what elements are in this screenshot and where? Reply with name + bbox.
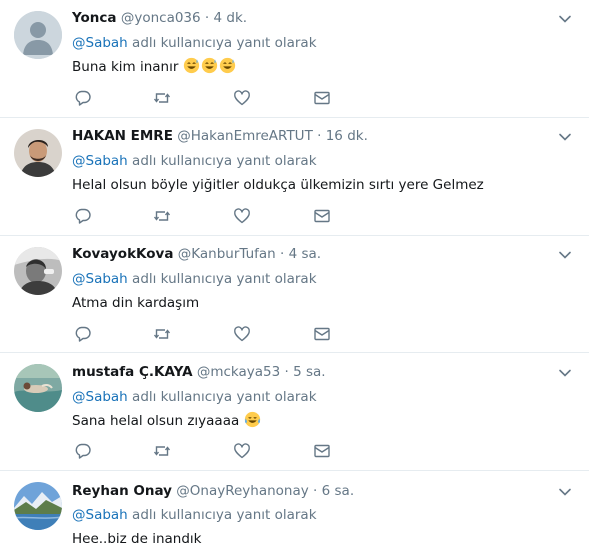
display-name[interactable]: HAKAN EMRE <box>72 128 173 144</box>
avatar[interactable] <box>14 129 62 177</box>
timestamp[interactable]: 6 sa. <box>322 483 354 499</box>
grinning-sweat-emoji-icon <box>183 57 199 74</box>
username[interactable]: @mckaya53 <box>197 364 280 380</box>
tweet[interactable]: Yonca @yonca036 · 4 dk. @Sabah adlı kull… <box>0 0 589 118</box>
reply-mention-link[interactable]: @Sabah <box>72 35 128 51</box>
username[interactable]: @HakanEmreARTUT <box>177 128 313 144</box>
reply-mention-link[interactable]: @Sabah <box>72 271 128 287</box>
tweet-actions <box>72 207 342 225</box>
tweet[interactable]: mustafa Ç.KAYA @mckaya53 · 5 sa. @Sabah … <box>0 353 589 471</box>
tweet[interactable]: HAKAN EMRE @HakanEmreARTUT · 16 dk. @Sab… <box>0 118 589 236</box>
default-profile-icon <box>14 11 62 59</box>
avatar[interactable] <box>14 364 62 412</box>
avatar[interactable] <box>14 11 62 59</box>
heart-icon[interactable] <box>233 442 251 460</box>
retweet-icon[interactable] <box>153 207 171 225</box>
tweet-actions <box>72 325 342 343</box>
tweet-text: Atma din kardaşım <box>72 294 199 312</box>
tweet-text-content: Helal olsun böyle yiğitler oldukça ülkem… <box>72 177 484 193</box>
heart-icon[interactable] <box>233 325 251 343</box>
avatar[interactable] <box>14 482 62 530</box>
tweet-header: mustafa Ç.KAYA @mckaya53 · 5 sa. <box>72 363 326 381</box>
chevron-down-icon[interactable] <box>558 130 572 144</box>
tweet-text-content: Hee..biz de inandık <box>72 531 202 547</box>
bw-photo-icon <box>14 247 62 295</box>
heart-icon[interactable] <box>233 207 251 225</box>
separator: · <box>204 10 210 26</box>
retweet-icon[interactable] <box>153 89 171 107</box>
retweet-icon[interactable] <box>153 325 171 343</box>
reply-context-text: adlı kullanıcıya yanıt olarak <box>127 389 317 405</box>
username[interactable]: @KanburTufan <box>178 246 276 262</box>
mountain-photo-icon <box>14 482 62 530</box>
tweet-text: Buna kim inanır <box>72 57 237 76</box>
separator: · <box>317 128 322 144</box>
tweet-text: Hee..biz de inandık <box>72 530 201 548</box>
replying-to: @Sabah adlı kullanıcıya yanıt olarak <box>72 388 317 406</box>
envelope-icon[interactable] <box>313 325 331 343</box>
separator: · <box>313 483 318 499</box>
display-name[interactable]: Reyhan Onay <box>72 483 172 499</box>
reply-icon[interactable] <box>74 89 92 107</box>
envelope-icon[interactable] <box>313 89 331 107</box>
heart-icon[interactable] <box>233 89 251 107</box>
display-name[interactable]: Yonca <box>72 10 117 26</box>
tears-of-joy-emoji-icon <box>244 411 260 428</box>
reply-context-text: adlı kullanıcıya yanıt olarak <box>127 35 317 51</box>
tweet[interactable]: Reyhan Onay @OnayReyhanonay · 6 sa. @Sab… <box>0 471 589 556</box>
tweet-text: Helal olsun böyle yiğitler oldukça ülkem… <box>72 176 484 194</box>
retweet-icon[interactable] <box>153 442 171 460</box>
reply-context-text: adlı kullanıcıya yanıt olarak <box>127 153 317 169</box>
reply-context-text: adlı kullanıcıya yanıt olarak <box>127 507 317 523</box>
water-photo-icon <box>14 364 62 412</box>
reply-mention-link[interactable]: @Sabah <box>72 389 128 405</box>
envelope-icon[interactable] <box>313 207 331 225</box>
username[interactable]: @OnayReyhanonay <box>176 483 308 499</box>
tweet-actions <box>72 89 342 107</box>
timestamp[interactable]: 4 sa. <box>289 246 321 262</box>
replying-to: @Sabah adlı kullanıcıya yanıt olarak <box>72 152 317 170</box>
display-name[interactable]: mustafa Ç.KAYA <box>72 364 193 380</box>
replying-to: @Sabah adlı kullanıcıya yanıt olarak <box>72 506 317 524</box>
grinning-sweat-emoji-icon <box>201 57 217 74</box>
envelope-icon[interactable] <box>313 442 331 460</box>
reply-mention-link[interactable]: @Sabah <box>72 153 128 169</box>
timestamp[interactable]: 5 sa. <box>293 364 325 380</box>
timestamp[interactable]: 4 dk. <box>214 10 248 26</box>
grinning-sweat-emoji-icon <box>219 57 235 74</box>
replying-to: @Sabah adlı kullanıcıya yanıt olarak <box>72 34 317 52</box>
separator: · <box>284 364 289 380</box>
tweet-text-content: Sana helal olsun zıyaaaa <box>72 413 240 429</box>
chevron-down-icon[interactable] <box>558 248 572 262</box>
tweet[interactable]: KovayokKova @KanburTufan · 4 sa. @Sabah … <box>0 236 589 353</box>
tweet-header: KovayokKova @KanburTufan · 4 sa. <box>72 245 321 263</box>
tweet-header: Yonca @yonca036 · 4 dk. <box>72 9 247 27</box>
reply-icon[interactable] <box>74 325 92 343</box>
replying-to: @Sabah adlı kullanıcıya yanıt olarak <box>72 270 317 288</box>
tweet-header: Reyhan Onay @OnayReyhanonay · 6 sa. <box>72 482 354 500</box>
man-photo-icon <box>14 129 62 177</box>
avatar[interactable] <box>14 247 62 295</box>
chevron-down-icon[interactable] <box>558 485 572 499</box>
username[interactable]: @yonca036 <box>121 10 201 26</box>
reply-icon[interactable] <box>74 442 92 460</box>
separator: · <box>280 246 285 262</box>
tweet-header: HAKAN EMRE @HakanEmreARTUT · 16 dk. <box>72 127 368 145</box>
tweet-text-content: Atma din kardaşım <box>72 295 200 311</box>
tweet-text: Sana helal olsun zıyaaaa <box>72 411 262 430</box>
tweet-text-content: Buna kim inanır <box>72 59 179 75</box>
reply-mention-link[interactable]: @Sabah <box>72 507 128 523</box>
timestamp[interactable]: 16 dk. <box>326 128 368 144</box>
reply-icon[interactable] <box>74 207 92 225</box>
chevron-down-icon[interactable] <box>558 366 572 380</box>
reply-context-text: adlı kullanıcıya yanıt olarak <box>127 271 317 287</box>
chevron-down-icon[interactable] <box>558 12 572 26</box>
tweet-actions <box>72 442 342 460</box>
reply-feed: Yonca @yonca036 · 4 dk. @Sabah adlı kull… <box>0 0 589 556</box>
display-name[interactable]: KovayokKova <box>72 246 173 262</box>
